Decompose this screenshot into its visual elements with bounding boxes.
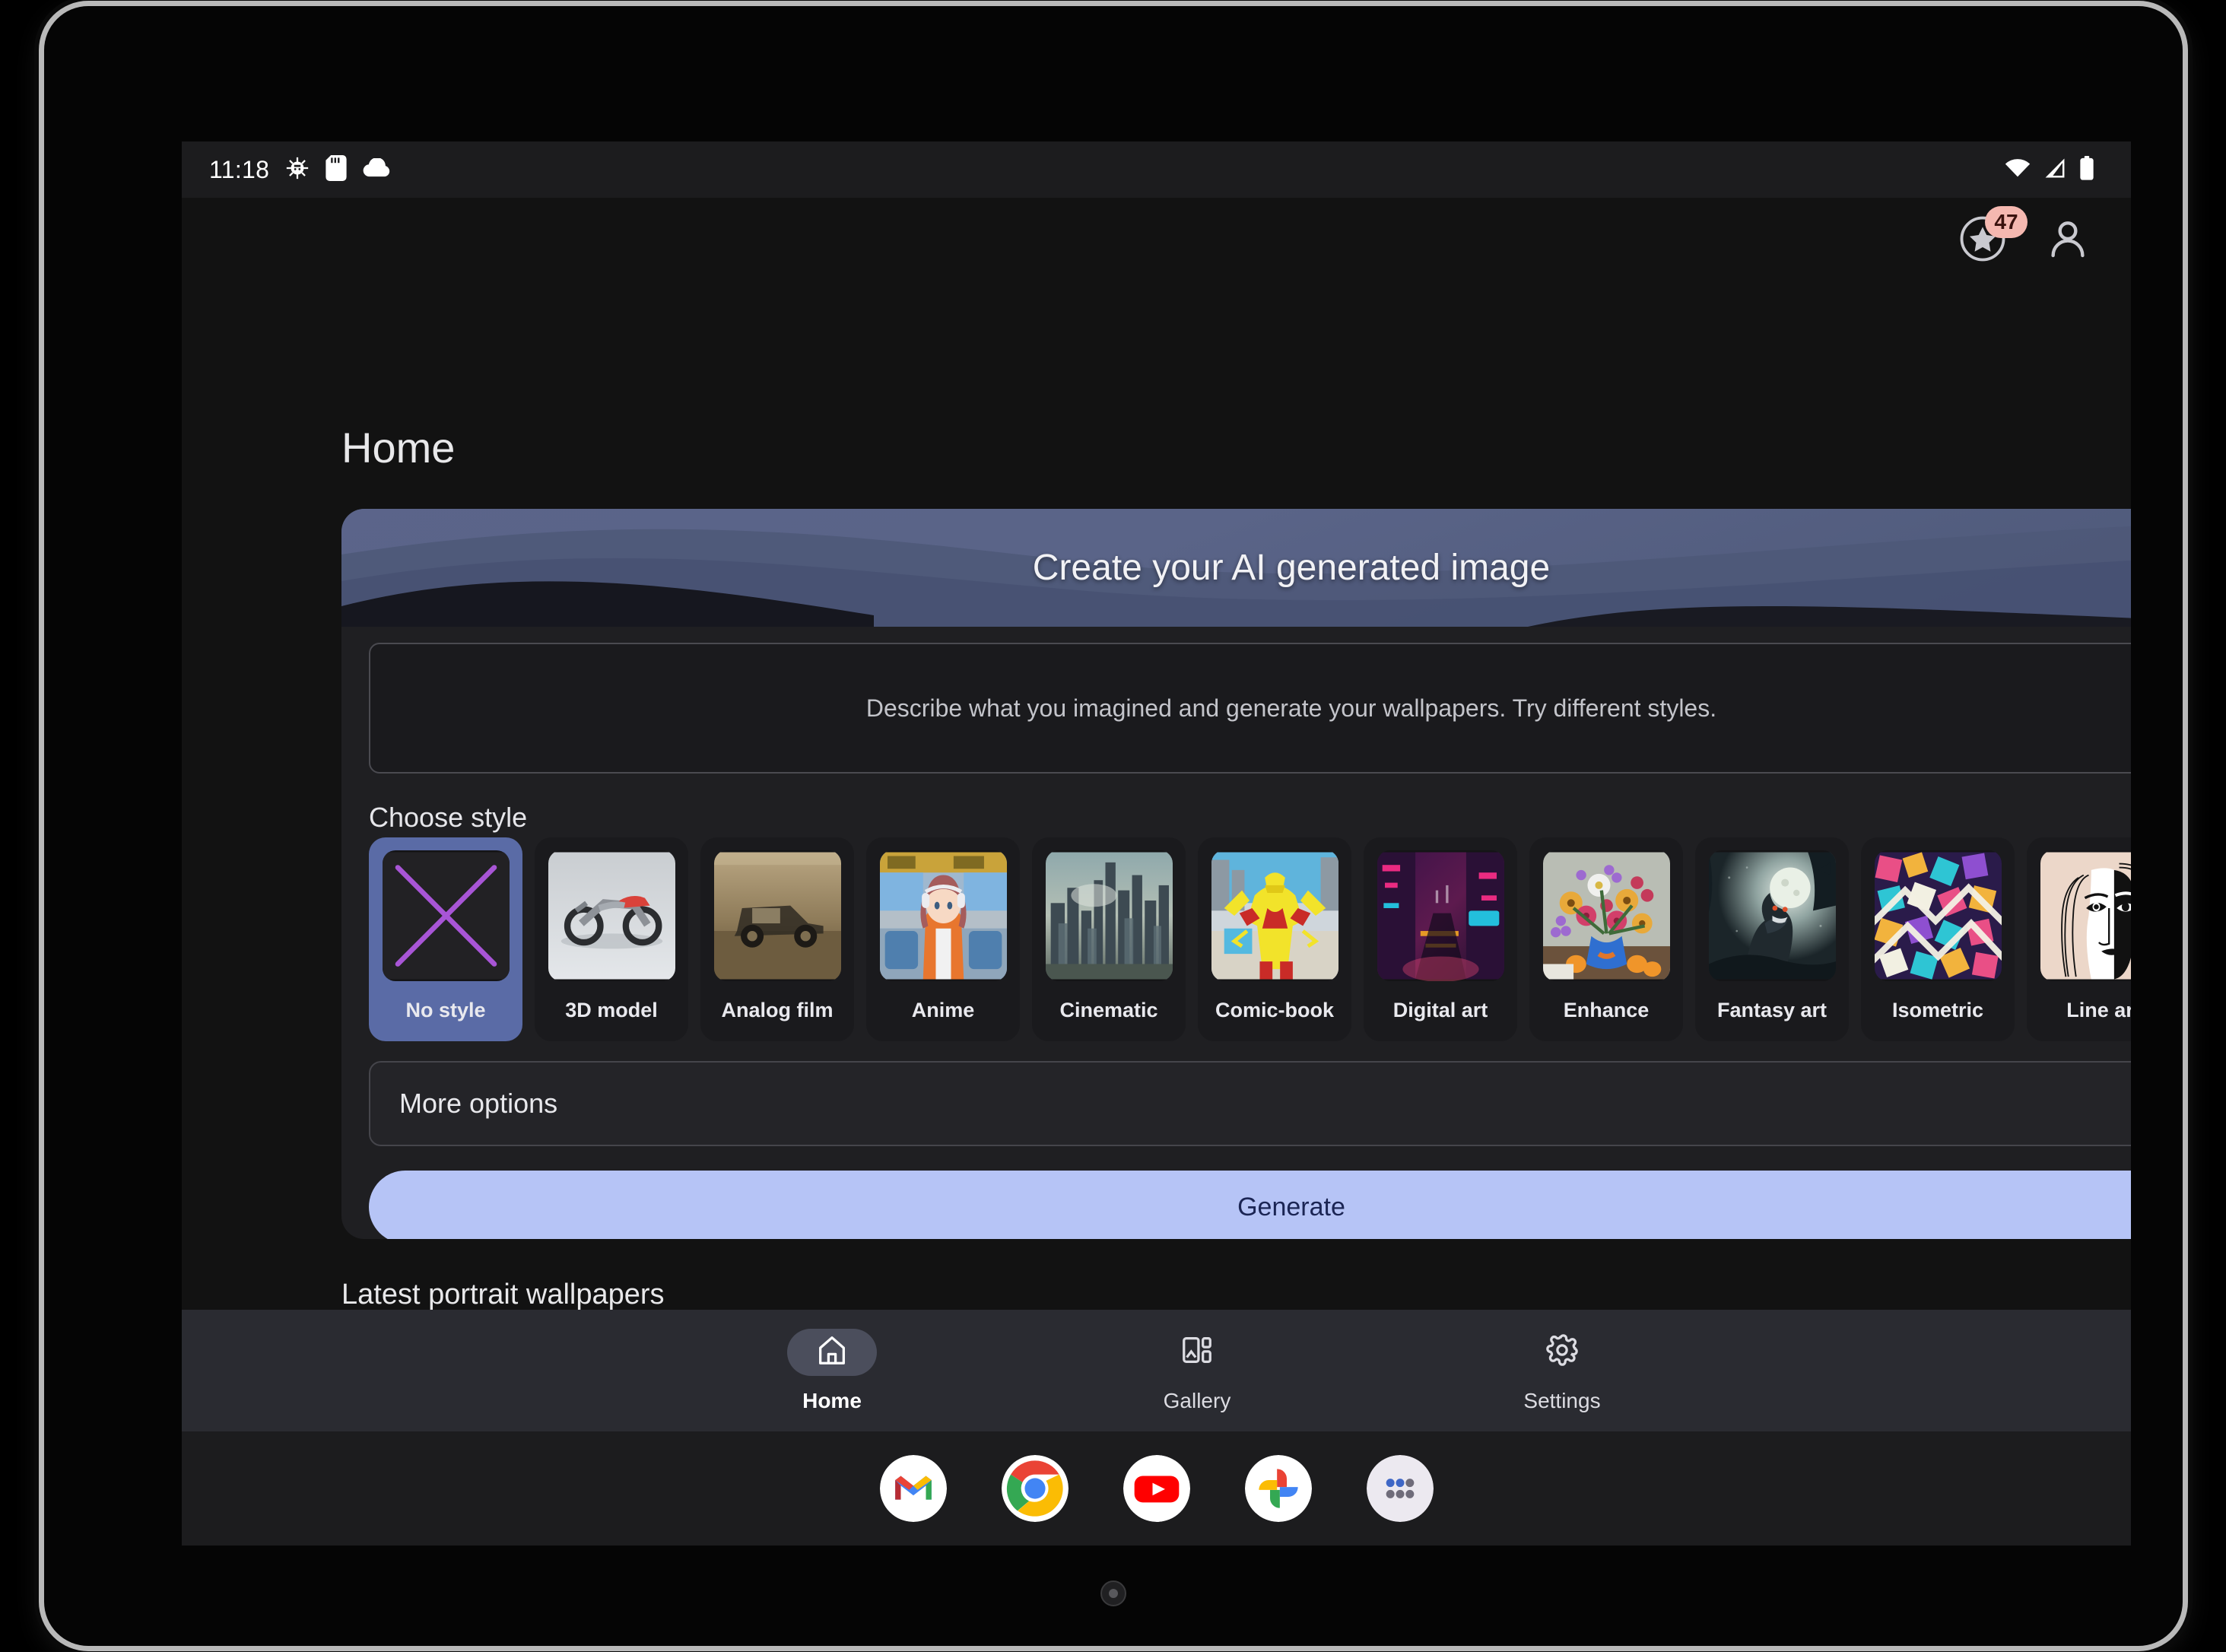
style-chip-label: Anime — [911, 999, 975, 1021]
cloud-icon — [362, 157, 391, 182]
flower-bouquet-vase-thumbnail — [1542, 850, 1670, 981]
neon-cyberpunk-street-thumbnail — [1377, 850, 1504, 981]
status-bar-right — [2005, 155, 2094, 184]
style-chip-strip[interactable]: No style 3D model Analog film Anime Cine… — [369, 837, 2131, 1044]
style-chip-label: Cinematic — [1059, 999, 1158, 1021]
yellow-superhero-thumbnail — [1211, 850, 1338, 981]
more-options-row[interactable]: More options — [369, 1061, 2131, 1146]
style-chip-isometric[interactable]: Isometric — [1861, 837, 2015, 1041]
bottom-navigation-bar: Home Gallery Settings — [182, 1310, 2131, 1431]
motorcycle-render-thumbnail — [548, 850, 675, 981]
generator-banner: Create your AI generated image — [341, 509, 2131, 627]
cellular-signal-icon — [2043, 157, 2067, 183]
google-photos-icon[interactable] — [1244, 1455, 1312, 1522]
youtube-icon[interactable] — [1123, 1455, 1190, 1522]
vintage-car-sepia-thumbnail — [713, 850, 841, 981]
generate-button[interactable]: Generate — [369, 1171, 2131, 1239]
anime-girl-train-thumbnail — [879, 850, 1007, 981]
line-art-face-thumbnail — [2040, 850, 2131, 981]
style-chip-label: Line art — [2066, 999, 2131, 1021]
style-chip-label: Fantasy art — [1716, 999, 1827, 1021]
style-chip-label: No style — [405, 999, 486, 1021]
style-chip-label: Digital art — [1392, 999, 1488, 1021]
star-circle-icon — [1958, 216, 2008, 267]
style-chip-anime[interactable]: Anime — [866, 837, 1020, 1041]
style-chip-label: Comic-book — [1215, 999, 1334, 1021]
generator-card: Create your AI generated image Describe … — [341, 509, 2131, 1239]
prompt-input[interactable]: Describe what you imagined and generate … — [369, 643, 2131, 774]
purple-x-mark-thumbnail — [382, 850, 510, 981]
nav-pill-home — [787, 1328, 877, 1376]
banner-title: Create your AI generated image — [1032, 548, 1551, 588]
style-chip-label: Enhance — [1563, 999, 1650, 1021]
system-dock — [182, 1431, 2131, 1546]
style-chip-fantasy-art[interactable]: Fantasy art — [1695, 837, 1849, 1041]
nav-label-settings: Settings — [1523, 1388, 1601, 1412]
camera-dot — [1100, 1581, 1126, 1606]
app-drawer-icon[interactable] — [1366, 1455, 1434, 1522]
style-chip-comic-book[interactable]: Comic-book — [1198, 837, 1351, 1041]
choose-style-label: Choose style — [369, 802, 528, 833]
gmail-icon[interactable] — [879, 1455, 947, 1522]
style-chip-digital-art[interactable]: Digital art — [1364, 837, 1517, 1041]
sd-card-icon — [325, 154, 347, 185]
account-person-icon — [2044, 221, 2091, 265]
gear-icon — [1545, 1333, 1580, 1371]
battery-icon — [2079, 155, 2094, 184]
account-button[interactable] — [2044, 215, 2091, 262]
status-bar-clock: 11:18 — [209, 155, 270, 183]
style-chip-no-style[interactable]: No style — [369, 837, 522, 1041]
screen: 11:18 47 Home Create your AI generated i… — [182, 141, 2131, 1546]
page-title: Home — [341, 424, 456, 472]
tablet-device-frame: 11:18 47 Home Create your AI generated i… — [44, 6, 2183, 1646]
android-debug-icon — [284, 155, 310, 185]
style-chip-label: Analog film — [721, 999, 834, 1021]
rewards-count-badge: 47 — [1985, 206, 2028, 238]
latest-wallpapers-title: Latest portrait wallpapers — [341, 1279, 665, 1310]
style-chip-label: 3D model — [565, 999, 658, 1021]
nav-label-home: Home — [802, 1388, 862, 1412]
nav-label-gallery: Gallery — [1163, 1388, 1231, 1412]
chrome-icon[interactable] — [1001, 1455, 1069, 1522]
colorful-isometric-blocks-thumbnail — [1874, 850, 2002, 981]
gallery-icon — [1180, 1333, 1215, 1371]
status-bar-left: 11:18 — [209, 154, 391, 185]
futuristic-city-thumbnail — [1045, 850, 1173, 981]
style-chip-analog-film[interactable]: Analog film — [700, 837, 854, 1041]
style-chip-line-art[interactable]: Line art — [2027, 837, 2131, 1041]
more-options-label: More options — [399, 1088, 558, 1119]
nav-item-home[interactable]: Home — [760, 1328, 904, 1413]
nav-pill-gallery — [1152, 1329, 1242, 1376]
nav-item-gallery[interactable]: Gallery — [1125, 1329, 1269, 1413]
rewards-button[interactable]: 47 — [1958, 206, 2028, 267]
style-chip-enhance[interactable]: Enhance — [1529, 837, 1683, 1041]
nav-pill-settings — [1517, 1329, 1607, 1376]
style-chip-label: Isometric — [1891, 999, 1984, 1021]
style-chip-3d-model[interactable]: 3D model — [535, 837, 688, 1041]
wifi-icon — [2005, 157, 2031, 183]
nav-item-settings[interactable]: Settings — [1490, 1329, 1634, 1413]
status-bar: 11:18 — [182, 141, 2131, 198]
app-top-bar: 47 — [182, 198, 2131, 280]
home-icon — [815, 1333, 849, 1371]
style-chip-cinematic[interactable]: Cinematic — [1032, 837, 1186, 1041]
werewolf-full-moon-thumbnail — [1708, 850, 1836, 981]
